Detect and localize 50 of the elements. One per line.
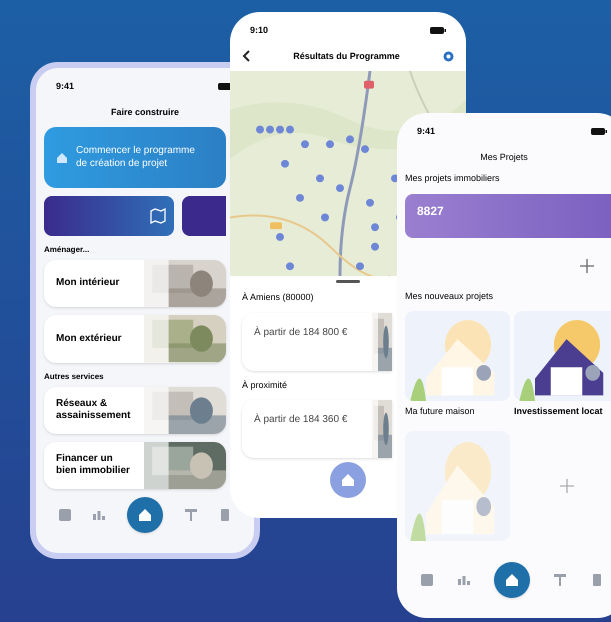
settings-icon[interactable] bbox=[443, 50, 454, 62]
service-card[interactable]: Mon extérieur bbox=[44, 315, 226, 363]
group-heading: À Amiens (80000) bbox=[242, 291, 314, 304]
home-button[interactable] bbox=[330, 462, 366, 498]
add-icon[interactable] bbox=[579, 258, 595, 274]
screen-title: Mes Projets bbox=[480, 150, 528, 164]
home-button[interactable] bbox=[494, 562, 530, 598]
card-label: Réseaux & assainissement bbox=[55, 398, 132, 423]
service-card[interactable]: Réseaux & assainissement bbox=[44, 386, 226, 434]
service-card[interactable]: Mon intérieur bbox=[44, 260, 226, 308]
offer-price: À partir de 184 360 € bbox=[253, 412, 348, 427]
plan-card[interactable] bbox=[44, 196, 174, 236]
offer-price: À partir de 184 800 € bbox=[253, 325, 348, 340]
offer-card[interactable]: À partir de 184 360 € bbox=[242, 400, 392, 458]
section-heading: Autres services bbox=[44, 370, 105, 383]
group-heading: À proximité bbox=[242, 378, 288, 392]
battery-icon bbox=[430, 27, 446, 34]
status-time: 9:41 bbox=[417, 125, 436, 138]
battery-icon bbox=[591, 128, 607, 136]
card-label: Mon extérieur bbox=[55, 332, 123, 346]
home-icon bbox=[504, 573, 519, 587]
home-button[interactable] bbox=[127, 497, 163, 534]
profile-icon[interactable] bbox=[219, 509, 231, 522]
project-label: Ma future maison bbox=[405, 405, 476, 418]
card-label: Mon intérieur bbox=[55, 277, 120, 290]
chart-icon[interactable] bbox=[93, 510, 105, 520]
back-icon[interactable] bbox=[242, 50, 250, 62]
status-time: 9:41 bbox=[56, 80, 74, 93]
profile-icon[interactable] bbox=[590, 574, 603, 586]
start-banner[interactable]: Commencer le programme de création de projet bbox=[44, 127, 226, 188]
status-time: 9:10 bbox=[250, 24, 268, 37]
section-heading: Aménager... bbox=[44, 244, 90, 256]
offer-card[interactable]: À partir de 184 800 € bbox=[242, 312, 392, 370]
home-icon bbox=[341, 473, 355, 487]
section-heading: Mes nouveaux projets bbox=[405, 290, 494, 303]
card-label: Financer un bien immobilier bbox=[55, 452, 131, 478]
section-heading: Mes projets immobiliers bbox=[405, 172, 501, 185]
home-icon bbox=[138, 508, 152, 522]
grid-icon[interactable] bbox=[421, 574, 434, 586]
service-card[interactable]: Financer un bien immobilier bbox=[44, 442, 226, 490]
chart-icon[interactable] bbox=[458, 575, 470, 585]
screen-title: Résultats du Programme bbox=[293, 50, 400, 63]
house-icon bbox=[56, 152, 68, 164]
banner-text: Commencer le programme de création de projet bbox=[76, 145, 196, 170]
land-card[interactable] bbox=[182, 196, 226, 236]
screen-title: Faire construire bbox=[110, 106, 180, 118]
map-icon bbox=[150, 208, 166, 224]
grid-icon[interactable] bbox=[59, 509, 71, 522]
project-label: Investissement locat bbox=[514, 405, 604, 418]
project-number: 8827 bbox=[417, 202, 444, 220]
